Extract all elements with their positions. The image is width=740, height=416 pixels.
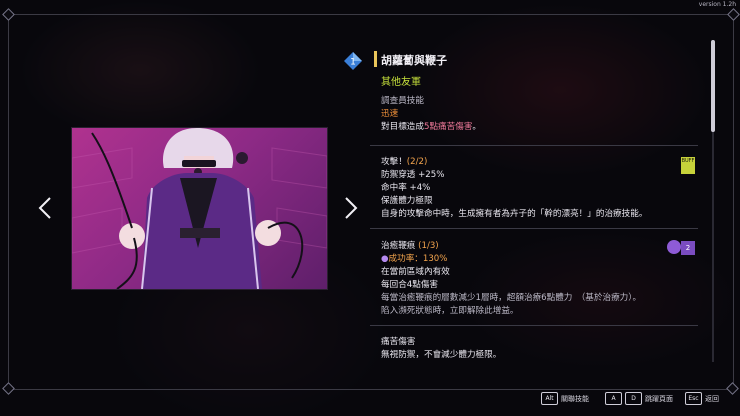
jump-page-label: 跳躍頁面 (645, 394, 673, 403)
speed-label: 迅速 (381, 109, 399, 119)
pain-label: 痛苦傷害 (381, 337, 416, 347)
skill-type-label: 調查員技能 (381, 96, 424, 106)
attack-description: 自身的攻擊命中時，生成擁有者為卉子的「幹的漂亮！」的治療技能。 (381, 209, 648, 219)
title-accent-bar (374, 51, 377, 67)
section-divider (370, 145, 698, 146)
heal-whip-description: 陷入瀕死狀態時，立即解除此增益。 (381, 306, 519, 316)
a-key-icon: A (605, 392, 622, 405)
debuff-stack-badge[interactable]: 2 (667, 240, 697, 256)
section-divider (370, 228, 698, 229)
heal-whip-line: 每回合4點傷害 (381, 280, 439, 290)
success-rate-line: ●成功率：130% (381, 254, 448, 264)
character-illustration (72, 128, 327, 289)
skull-icon (667, 240, 681, 254)
heal-whip-header: 治癒鞭痕 (1/3) (381, 241, 439, 251)
status-icon: ● (381, 254, 389, 264)
buff-badge-icon[interactable]: BUFF (681, 157, 695, 174)
skill-portrait-image (71, 127, 328, 290)
scrollbar-thumb[interactable] (711, 40, 715, 132)
back-label: 返回 (705, 394, 719, 403)
skill-level-gem-icon: 1 (344, 52, 362, 70)
skill-info-section: 調查員技能 迅速 對目標造成5點痛苦傷害。 (370, 95, 700, 134)
next-page-arrow[interactable] (343, 196, 359, 220)
skill-title: 胡蘿蔔與鞭子 (381, 54, 447, 67)
d-key-icon: D (625, 392, 642, 405)
section-divider (370, 325, 698, 326)
related-skills-label: 關聯技能 (561, 394, 589, 403)
attack-stat-line: 防禦穿透 +25% (381, 170, 445, 180)
back-hint[interactable]: Esc 返回 (685, 392, 719, 405)
attack-stat-line: 命中率 +4% (381, 183, 431, 193)
pain-description: 無視防禦，不會減少體力極限。 (381, 350, 502, 360)
chevron-left-icon (38, 197, 51, 219)
related-skills-hint[interactable]: Alt 關聯技能 (541, 392, 589, 405)
pain-damage-section: 痛苦傷害 無視防禦，不會減少體力極限。 (370, 336, 700, 362)
skill-faction: 其他友軍 (381, 77, 421, 88)
attack-header: 攻擊！(2/2) (381, 157, 428, 167)
heal-whip-line: 在當前區域內有效 (381, 267, 450, 277)
previous-page-arrow[interactable] (37, 196, 53, 220)
stack-count: 2 (681, 241, 695, 255)
chevron-right-icon (345, 197, 358, 219)
esc-key-icon: Esc (685, 392, 702, 405)
speed-description: 對目標造成5點痛苦傷害。 (381, 122, 482, 132)
skill-level: 1 (350, 58, 356, 68)
jump-page-hint[interactable]: A D 跳躍頁面 (605, 392, 673, 405)
version-label: version 1.2h (698, 1, 736, 8)
heal-whip-description: 每當治癒鞭痕的層數減少1層時，超額治療6點體力 （基於治療力）。 (381, 293, 642, 303)
attack-buff-section: 攻擊！(2/2) 防禦穿透 +25% 命中率 +4% 保護體力極限 自身的攻擊命… (370, 156, 700, 221)
heal-whip-section: 治癒鞭痕 (1/3) ●成功率：130% 在當前區域內有效 每回合4點傷害 每當… (370, 240, 700, 318)
alt-key-icon: Alt (541, 392, 558, 405)
attack-stat-line: 保護體力極限 (381, 196, 433, 206)
